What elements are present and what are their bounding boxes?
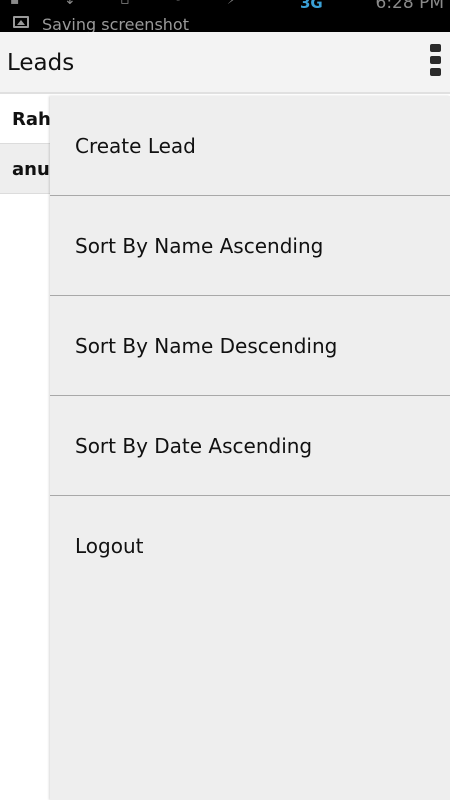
overflow-dot-icon [430, 56, 441, 64]
menu-item-label: Sort By Name Ascending [75, 234, 324, 258]
menu-item-label: Logout [75, 534, 144, 558]
page-title: Leads [7, 50, 75, 76]
overflow-menu: Create Lead Sort By Name Ascending Sort … [50, 96, 450, 800]
menu-item-label: Sort By Date Ascending [75, 434, 313, 458]
menu-item-logout[interactable]: Logout [50, 496, 450, 596]
menu-item-sort-name-asc[interactable]: Sort By Name Ascending [50, 196, 450, 296]
overflow-dot-icon [430, 44, 441, 52]
overflow-menu-icon[interactable] [428, 44, 442, 80]
status-bar: ▪ ↕ ▫ ◦ ⚡ 3G 6:28 PM Saving screenshot [0, 0, 450, 32]
menu-item-sort-name-desc[interactable]: Sort By Name Descending [50, 296, 450, 396]
screen: ▪ ↕ ▫ ◦ ⚡ 3G 6:28 PM Saving screenshot L… [0, 0, 450, 800]
status-clock: 6:28 PM [375, 0, 445, 13]
notification-text: Saving screenshot [42, 15, 189, 33]
menu-item-label: Sort By Name Descending [75, 334, 338, 358]
menu-item-label: Create Lead [75, 134, 196, 158]
menu-item-sort-date-asc[interactable]: Sort By Date Ascending [50, 396, 450, 496]
network-indicator: 3G [300, 0, 323, 12]
menu-item-create-lead[interactable]: Create Lead [50, 96, 450, 196]
action-bar: Leads [0, 32, 450, 94]
image-icon [13, 16, 29, 28]
status-icons: ▪ ↕ ▫ ◦ ⚡ [10, 0, 257, 8]
overflow-dot-icon [430, 68, 441, 76]
